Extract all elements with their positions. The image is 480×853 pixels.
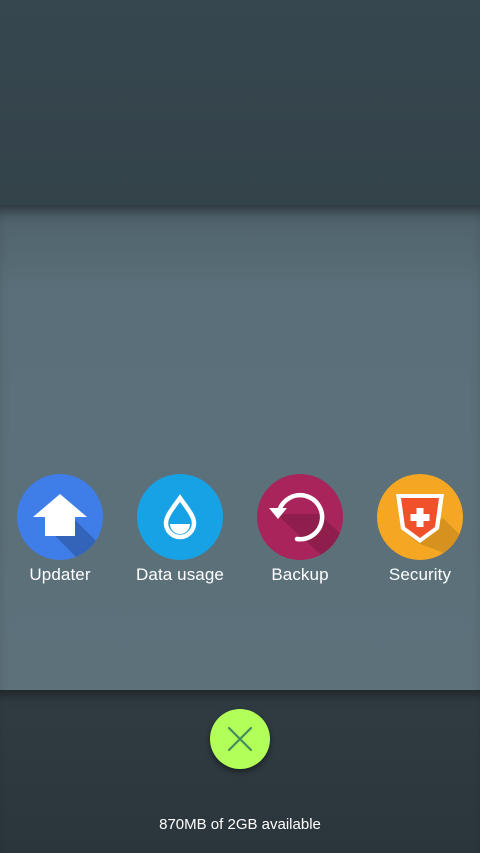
- app-updater-label: Updater: [29, 565, 91, 584]
- water-drop-icon: [137, 474, 223, 560]
- app-backup-label: Backup: [271, 565, 329, 584]
- house-arrow-icon: [17, 474, 103, 560]
- apps-panel: [0, 205, 480, 690]
- app-row: Updater Data usage Backup Security: [0, 474, 480, 594]
- close-button[interactable]: [210, 709, 270, 769]
- app-backup[interactable]: Backup: [240, 474, 360, 585]
- app-data-usage-label: Data usage: [136, 565, 224, 584]
- top-panel: [0, 0, 480, 205]
- app-data-usage[interactable]: Data usage: [120, 474, 240, 585]
- shield-icon: [377, 474, 463, 560]
- app-security[interactable]: Security: [360, 474, 480, 585]
- circular-arrow-icon: [257, 474, 343, 560]
- app-security-label: Security: [388, 565, 452, 584]
- storage-status-text: 870MB of 2GB available: [159, 816, 321, 833]
- close-icon: [227, 726, 253, 752]
- app-updater[interactable]: Updater: [0, 474, 120, 585]
